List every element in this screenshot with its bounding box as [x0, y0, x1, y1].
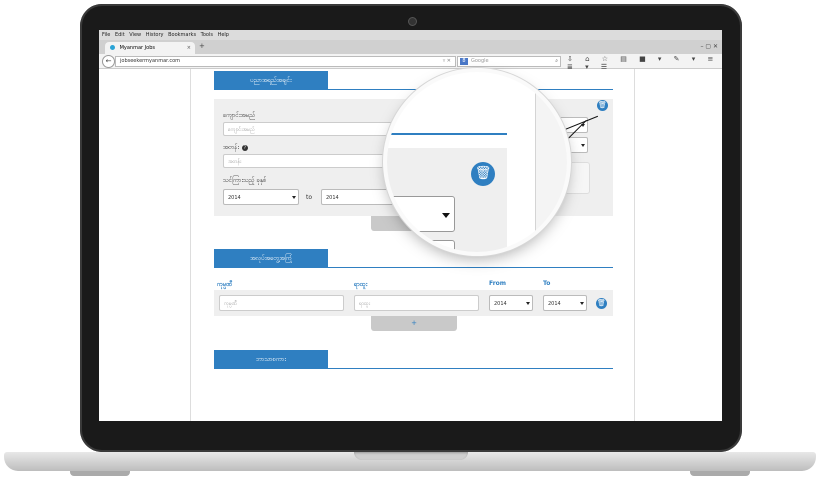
chevron-down-icon — [580, 302, 584, 305]
magnified-select — [387, 240, 455, 252]
new-tab-button[interactable]: + — [199, 42, 205, 50]
menu-tools[interactable]: Tools — [201, 32, 213, 38]
magnifier-callout: 🗑 — [387, 72, 567, 252]
laptop-foot — [690, 471, 750, 476]
laptop-foot — [70, 471, 130, 476]
navigation-bar: ← jobseekermyanmar.com ▿ ✕ 8 Google ⌕ ⇩ ⌂… — [99, 54, 722, 71]
grade-label: အတန်း? — [223, 143, 248, 152]
study-years-label: သင်ကြားသည့် ခုနှစ် — [223, 177, 267, 184]
delete-experience-button[interactable]: 🗑 — [596, 298, 607, 309]
browser-tab[interactable]: Myanmar Jobs × — [105, 42, 195, 54]
menu-file[interactable]: File — [102, 32, 110, 38]
section-experience-header: အလုပ်အတွေ့အကြုံ — [214, 249, 328, 268]
magnified-divider — [387, 133, 507, 135]
school-label: ကျောင်းအမည် — [223, 112, 256, 119]
menu-view[interactable]: View — [129, 32, 141, 38]
camera-icon — [408, 17, 417, 26]
experience-to-select[interactable]: 2014 — [543, 295, 587, 311]
education-from-select[interactable]: 2014 — [223, 189, 299, 205]
trash-icon[interactable]: 🗑 — [471, 162, 495, 186]
url-bar[interactable]: jobseekermyanmar.com ▿ ✕ — [115, 56, 456, 67]
grade-label-text: အတန်း — [223, 144, 239, 151]
url-controls[interactable]: ▿ ✕ — [443, 57, 451, 66]
site-favicon-icon — [110, 45, 115, 50]
chevron-down-icon — [526, 302, 530, 305]
tab-bar: Myanmar Jobs × + – ▢ ✕ — [99, 40, 722, 54]
url-text: jobseekermyanmar.com — [120, 58, 181, 64]
menu-help[interactable]: Help — [218, 32, 229, 38]
company-input[interactable]: ကုမ္ပဏီ — [219, 295, 344, 311]
education-to-select[interactable]: 2014 — [321, 189, 397, 205]
magnified-select — [387, 196, 455, 232]
experience-from-value: 2014 — [494, 301, 507, 307]
magnified-side-panel — [535, 72, 567, 252]
laptop-notch — [354, 452, 468, 460]
tab-title: Myanmar Jobs — [119, 45, 155, 51]
menu-edit[interactable]: Edit — [115, 32, 125, 38]
section-education-header: ပညာအရည်အချင်း — [214, 71, 328, 90]
from-column-header: From — [489, 280, 507, 287]
section-language-header: ဘာသာစကား — [214, 350, 328, 369]
school-input[interactable]: ကျောင်းအမည် — [223, 122, 393, 136]
search-placeholder: Google — [471, 58, 489, 64]
experience-from-select[interactable]: 2014 — [489, 295, 533, 311]
chevron-down-icon — [442, 213, 450, 218]
menu-history[interactable]: History — [146, 32, 164, 38]
search-engine-icon[interactable]: 8 — [460, 58, 468, 65]
chevron-down-icon — [581, 144, 585, 147]
add-experience-button[interactable]: + — [371, 316, 457, 331]
to-label: to — [306, 194, 313, 201]
position-input[interactable]: ရာထူး — [354, 295, 479, 311]
menu-bookmarks[interactable]: Bookmarks — [168, 32, 196, 38]
to-column-header: To — [543, 280, 551, 287]
education-to-value: 2014 — [326, 195, 339, 201]
tab-close-icon[interactable]: × — [187, 42, 191, 54]
company-column-header: ကုမ္ပဏီ — [217, 281, 233, 288]
grade-input[interactable]: အတန်း — [223, 154, 393, 168]
education-from-value: 2014 — [228, 195, 241, 201]
help-icon[interactable]: ? — [241, 144, 248, 151]
back-button[interactable]: ← — [102, 55, 115, 68]
search-box[interactable]: 8 Google ⌕ — [457, 56, 561, 67]
position-column-header: ရာထူး — [354, 281, 368, 288]
section-divider — [214, 267, 613, 268]
delete-education-button[interactable]: 🗑 — [597, 100, 608, 111]
menu-bar: File Edit View History Bookmarks Tools H… — [99, 30, 722, 40]
search-icon[interactable]: ⌕ — [555, 57, 558, 66]
chevron-down-icon — [292, 196, 296, 199]
experience-to-value: 2014 — [548, 301, 561, 307]
window-controls[interactable]: – ▢ ✕ — [700, 43, 718, 50]
section-divider — [214, 368, 613, 369]
